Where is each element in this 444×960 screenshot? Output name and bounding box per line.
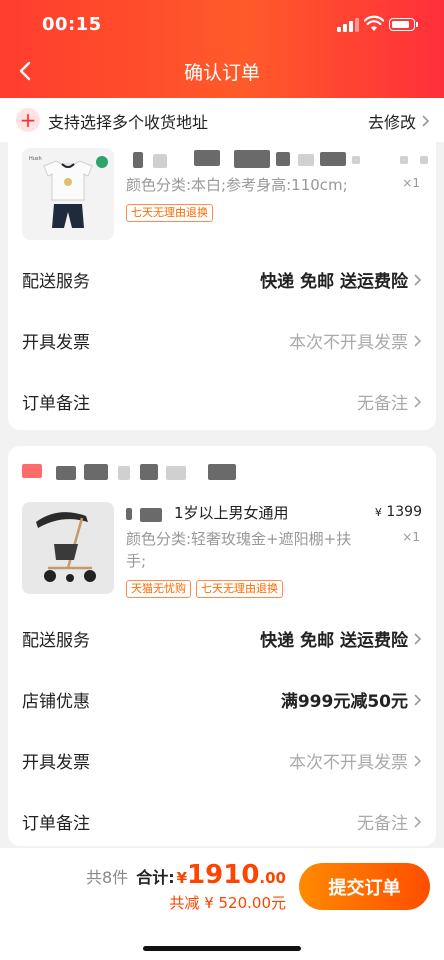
page-title: 确认订单	[183, 62, 260, 84]
invoice-row[interactable]: 开具发票 本次不开具发票	[8, 730, 436, 790]
chevron-right-icon	[414, 754, 422, 767]
product-qty: ×1	[402, 176, 420, 190]
product-price: ¥ 1399	[374, 504, 422, 520]
wifi-icon	[364, 15, 384, 31]
product-spec: 颜色分类:本白;参考身高:110cm;	[126, 176, 348, 194]
row-value: 本次不开具发票	[289, 328, 422, 353]
total-label: 合计:	[136, 868, 175, 887]
order-note-row[interactable]: 订单备注 无备注	[8, 371, 436, 431]
plus-icon[interactable]: +	[16, 108, 40, 132]
total-amount: 1910	[187, 860, 260, 890]
chevron-right-icon	[414, 273, 422, 286]
invoice-row[interactable]: 开具发票 本次不开具发票	[8, 310, 436, 370]
worry-free-tag: 天猫无忧购	[126, 580, 191, 598]
chevron-right-icon	[414, 693, 422, 706]
battery-icon	[389, 18, 418, 31]
row-label: 开具发票	[22, 333, 90, 353]
row-label: 订单备注	[22, 814, 90, 834]
row-value: 快递 免邮 送运费险	[260, 626, 422, 651]
row-label: 店铺优惠	[22, 692, 90, 712]
row-value: 快递 免邮 送运费险	[260, 267, 422, 292]
chevron-right-icon	[414, 632, 422, 645]
order-card-1: Hush 颜色分类:本白;参考身高:110cm; ×1 七天无理由退换 配送服务…	[8, 142, 436, 430]
row-value: 本次不开具发票	[289, 748, 422, 773]
multi-address-text: 支持选择多个收货地址	[48, 113, 209, 132]
delivery-service-row[interactable]: 配送服务 快递 免邮 送运费险	[8, 249, 436, 309]
nav-bar: 确认订单	[0, 52, 444, 90]
delivery-service-row[interactable]: 配送服务 快递 免邮 送运费险	[8, 608, 436, 668]
product-image[interactable]: Hush	[22, 148, 114, 240]
currency-symbol: ¥	[176, 869, 188, 887]
address-bar[interactable]: + 支持选择多个收货地址 去修改	[0, 98, 444, 142]
order-total: 共8件 合计: ¥ 1910 .00	[86, 860, 286, 890]
product-title: 1岁以上男女通用	[174, 504, 289, 522]
row-label: 配送服务	[22, 272, 90, 292]
order-note-row[interactable]: 订单备注 无备注	[8, 791, 436, 851]
svg-text:Hush: Hush	[29, 156, 42, 162]
home-indicator	[143, 946, 301, 951]
edit-address-link[interactable]: 去修改	[368, 109, 430, 133]
return-policy-tag: 七天无理由退换	[126, 204, 213, 222]
product-qty: ×1	[402, 530, 420, 544]
status-time: 00:15	[42, 14, 102, 35]
chevron-right-icon	[414, 334, 422, 347]
return-policy-tag: 七天无理由退换	[196, 580, 283, 598]
cellular-signal-icon	[337, 18, 359, 32]
header: 00:15 确认订单	[0, 0, 444, 98]
edit-address-label: 去修改	[367, 113, 416, 132]
item-count: 共8件	[86, 868, 129, 887]
submit-order-button[interactable]: 提交订单	[299, 863, 430, 910]
total-decimal: .00	[259, 869, 286, 887]
kids-clothes-image: Hush	[22, 148, 114, 240]
row-label: 订单备注	[22, 394, 90, 414]
product-spec: 颜色分类:轻奢玫瑰金+遮阳棚+扶手;	[126, 530, 352, 570]
row-value: 满999元减50元	[281, 687, 422, 712]
status-bar: 00:15	[0, 14, 444, 36]
row-value: 无备注	[357, 809, 422, 834]
order-card-2: 1岁以上男女通用 ¥ 1399 颜色分类:轻奢玫瑰金+遮阳棚+扶手; ×1 天猫…	[8, 446, 436, 846]
chevron-right-icon	[414, 395, 422, 408]
chevron-right-icon	[422, 115, 430, 127]
discount-total: 共减 ¥ 520.00元	[169, 894, 286, 912]
checkout-bar: 共8件 合计: ¥ 1910 .00 共减 ¥ 520.00元 提交订单	[0, 848, 444, 960]
row-label: 开具发票	[22, 753, 90, 773]
product-image[interactable]	[22, 502, 114, 594]
store-discount-row[interactable]: 店铺优惠 满999元减50元	[8, 669, 436, 729]
chevron-right-icon	[414, 815, 422, 828]
row-value: 无备注	[357, 389, 422, 414]
stroller-image	[22, 502, 114, 594]
row-label: 配送服务	[22, 631, 90, 651]
